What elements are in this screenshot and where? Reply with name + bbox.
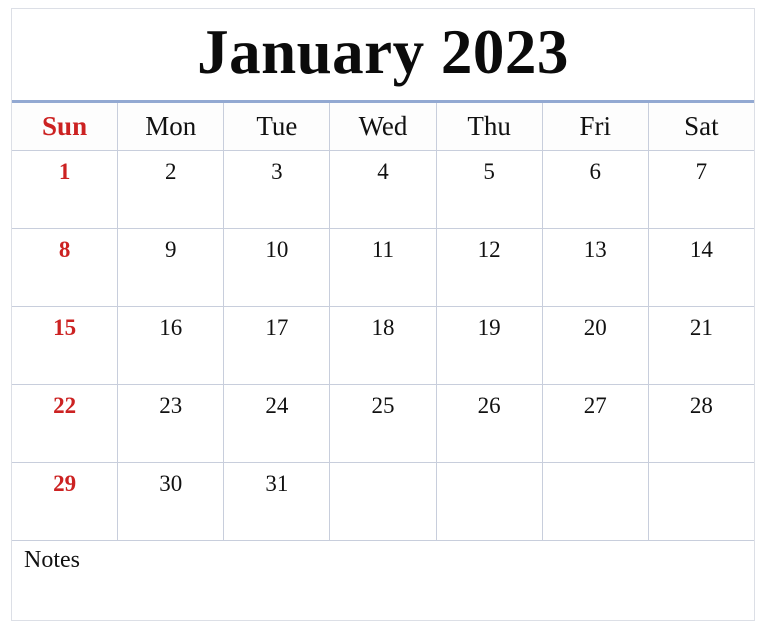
calendar-page: January 2023 Sun Mon Tue Wed Thu Fri Sat 12345… xyxy=(0,0,768,638)
notes-label: Notes xyxy=(24,547,80,573)
calendar-day-cell[interactable]: 10 xyxy=(224,229,331,306)
calendar-day-cell[interactable]: 6 xyxy=(542,151,649,228)
weekday-header-fri: Fri xyxy=(542,103,649,150)
calendar-day-cell-empty xyxy=(542,463,649,540)
weekday-header-mon: Mon xyxy=(118,103,225,150)
calendar-day-cell[interactable]: 27 xyxy=(542,385,649,462)
weekday-header-wed: Wed xyxy=(330,103,437,150)
calendar-week-row: 8 9 10 11 12 13 14 xyxy=(12,229,754,307)
calendar-day-cell[interactable]: 26 xyxy=(436,385,543,462)
calendar-day-cell-empty xyxy=(330,463,437,540)
calendar-day-cell-empty xyxy=(436,463,543,540)
weekday-header-sat: Sat xyxy=(648,103,754,150)
calendar-day-cell[interactable]: 11 xyxy=(330,229,437,306)
calendar-title-row: January 2023 xyxy=(12,9,754,100)
calendar-day-cell[interactable]: 13 xyxy=(542,229,649,306)
calendar-day-cell[interactable]: 28 xyxy=(648,385,754,462)
calendar-day-cell[interactable]: 12 xyxy=(436,229,543,306)
calendar-week-row: 15 16 17 18 19 20 21 xyxy=(12,307,754,385)
calendar-day-cell[interactable]: 18 xyxy=(330,307,437,384)
calendar-day-cell[interactable]: 19 xyxy=(436,307,543,384)
calendar-day-cell-empty xyxy=(648,463,754,540)
calendar-day-cell[interactable]: 8 xyxy=(12,229,119,306)
calendar-day-cell[interactable]: 24 xyxy=(224,385,331,462)
calendar-day-cell[interactable]: 2 xyxy=(118,151,225,228)
weekday-header-tue: Tue xyxy=(224,103,331,150)
calendar-week-row: 22 23 24 25 26 27 28 xyxy=(12,385,754,463)
calendar-day-cell[interactable]: 5 xyxy=(436,151,543,228)
calendar-day-cell[interactable]: 23 xyxy=(118,385,225,462)
calendar-day-cell[interactable]: 31 xyxy=(224,463,331,540)
calendar-day-cell[interactable]: 9 xyxy=(118,229,225,306)
weekday-header-thu: Thu xyxy=(436,103,543,150)
calendar-day-cell[interactable]: 17 xyxy=(224,307,331,384)
calendar-day-cell[interactable]: 15 xyxy=(12,307,119,384)
calendar-week-row: 1234567 xyxy=(12,151,754,229)
notes-section[interactable]: Notes xyxy=(12,541,754,613)
calendar-day-cell[interactable]: 16 xyxy=(118,307,225,384)
calendar-day-cell[interactable]: 1 xyxy=(12,151,119,228)
calendar-day-cell[interactable]: 22 xyxy=(12,385,119,462)
calendar-day-cell[interactable]: 21 xyxy=(648,307,754,384)
calendar-day-cell[interactable]: 25 xyxy=(330,385,437,462)
page-title: January 2023 xyxy=(197,17,569,87)
calendar-day-cell[interactable]: 4 xyxy=(330,151,437,228)
calendar-day-cell[interactable]: 7 xyxy=(648,151,754,228)
calendar-day-cell[interactable]: 29 xyxy=(12,463,119,540)
calendar-day-cell[interactable]: 14 xyxy=(648,229,754,306)
weekday-header-row: Sun Mon Tue Wed Thu Fri Sat xyxy=(12,103,754,151)
weekday-header-sun: Sun xyxy=(12,103,119,150)
calendar-week-row: 29 30 31 xyxy=(12,463,754,541)
calendar-day-cell[interactable]: 3 xyxy=(224,151,331,228)
calendar-weeks-grid: 1 2 3 4 5 6 7 8 9 10 11 12 13 14 15 16 17 18 19 20 21 22 23 24 2… xyxy=(12,151,754,541)
calendar-day-cell[interactable]: 20 xyxy=(542,307,649,384)
calendar-frame: January 2023 Sun Mon Tue Wed Thu Fri Sat 12345… xyxy=(11,8,755,621)
calendar-day-cell[interactable]: 30 xyxy=(118,463,225,540)
